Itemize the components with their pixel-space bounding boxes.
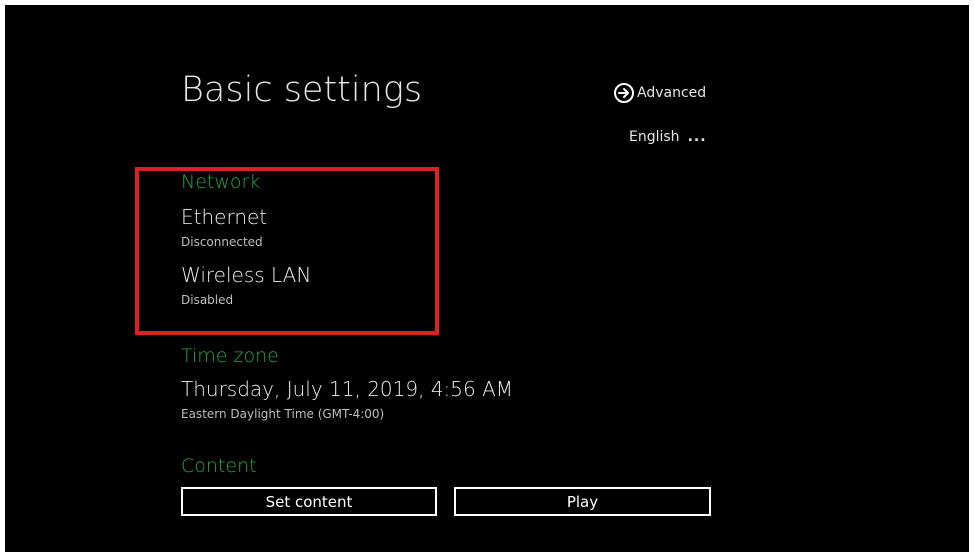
settings-screen: Basic settings Advanced English... Netwo… xyxy=(5,5,969,552)
advanced-link[interactable]: Advanced xyxy=(614,83,706,103)
wireless-lan-status: Disabled xyxy=(181,293,234,307)
play-button[interactable]: Play xyxy=(454,487,711,516)
set-content-button[interactable]: Set content xyxy=(181,487,437,516)
page-title: Basic settings xyxy=(181,70,423,110)
language-more-icon: ... xyxy=(687,129,707,145)
timezone-section-title: Time zone xyxy=(181,345,279,367)
language-label: English xyxy=(629,129,680,145)
timezone-datetime[interactable]: Thursday, July 11, 2019, 4:56 AM xyxy=(181,377,513,401)
timezone-zone: Eastern Daylight Time (GMT-4:00) xyxy=(181,407,385,421)
advanced-label: Advanced xyxy=(637,85,707,101)
language-selector[interactable]: English... xyxy=(629,129,707,145)
network-section-title: Network xyxy=(181,171,261,193)
arrow-circle-right-icon xyxy=(614,83,634,103)
content-section-title: Content xyxy=(181,455,257,477)
ethernet-item[interactable]: Ethernet xyxy=(181,205,267,229)
ethernet-status: Disconnected xyxy=(181,235,263,249)
wireless-lan-item[interactable]: Wireless LAN xyxy=(181,263,311,287)
